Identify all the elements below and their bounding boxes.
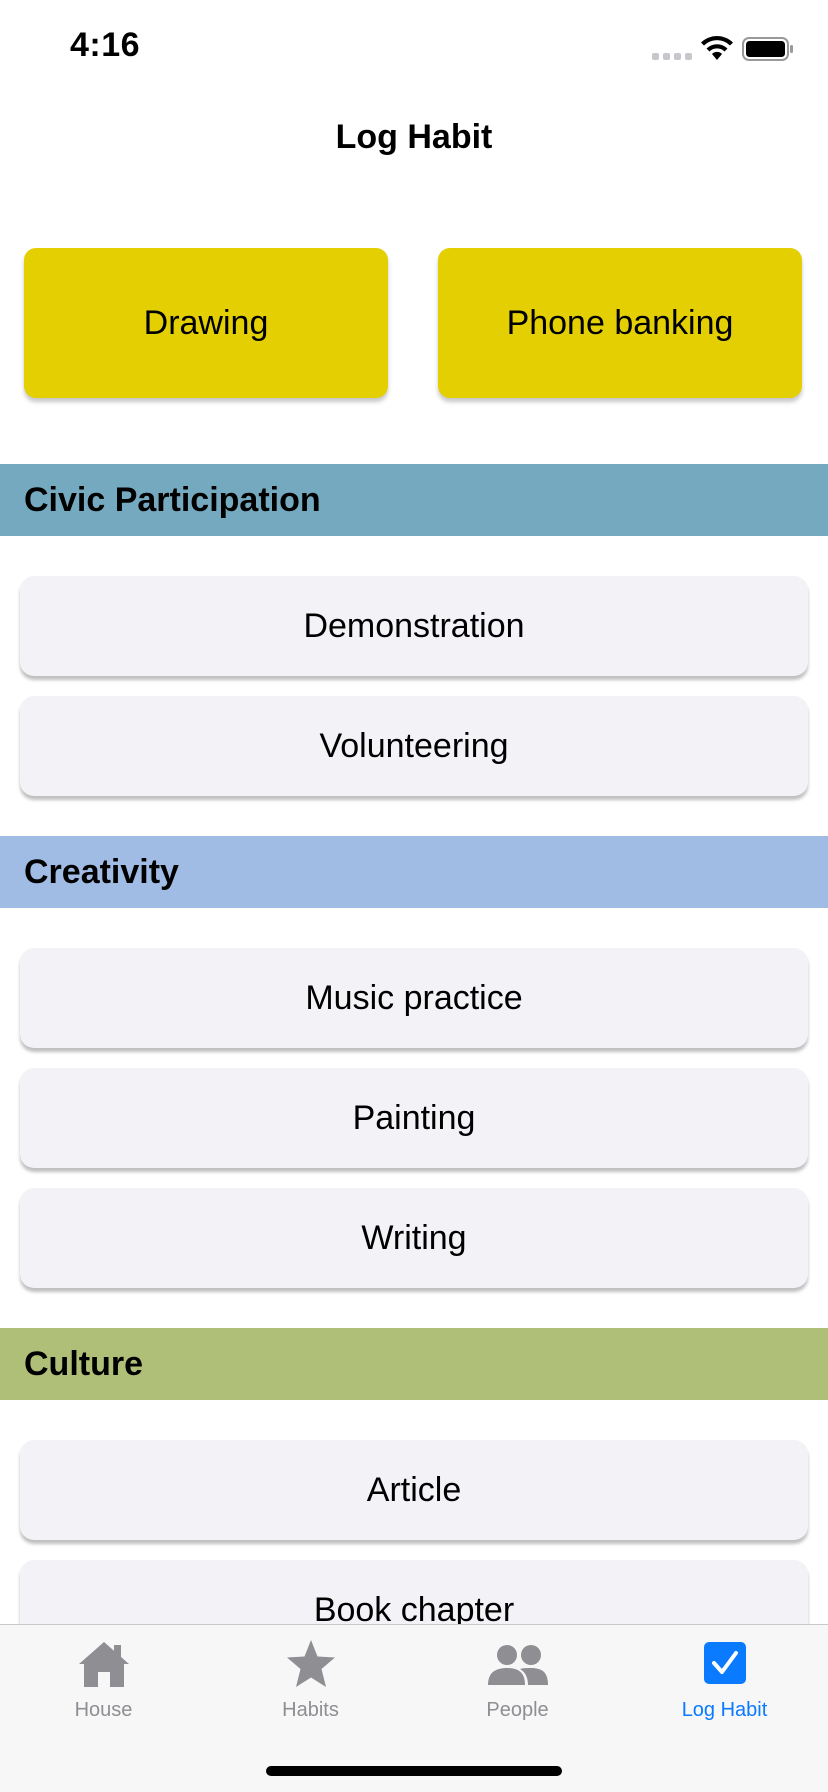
star-icon [286, 1640, 335, 1687]
habit-button-volunteering[interactable]: Volunteering [20, 696, 808, 796]
favorite-habit-label: Phone banking [506, 303, 734, 342]
habit-label: Volunteering [319, 726, 509, 765]
habit-label: Music practice [305, 978, 523, 1017]
habit-button-music-practice[interactable]: Music practice [20, 948, 808, 1048]
status-bar: 4:16 [0, 0, 828, 100]
habit-button-painting[interactable]: Painting [20, 1068, 808, 1168]
tab-house[interactable]: House [0, 1639, 207, 1739]
section-title: Creativity [24, 852, 179, 891]
section-header-civic-participation: Civic Participation [0, 464, 828, 536]
habit-label: Painting [352, 1098, 476, 1137]
favorite-habit-button-drawing[interactable]: Drawing [24, 248, 388, 398]
tab-label: People [486, 1699, 549, 1721]
page-title: Log Habit [335, 118, 493, 156]
tab-people[interactable]: People [414, 1639, 621, 1739]
habit-label: Article [366, 1470, 462, 1509]
tab-log-habit[interactable]: Log Habit [621, 1639, 828, 1739]
habit-button-article[interactable]: Article [20, 1440, 808, 1540]
house-icon [78, 1642, 129, 1687]
habit-button-demonstration[interactable]: Demonstration [20, 576, 808, 676]
habit-label: Writing [361, 1218, 467, 1257]
tab-label: Habits [282, 1699, 339, 1721]
section-header-culture: Culture [0, 1328, 828, 1400]
wifi-icon [701, 36, 733, 60]
home-indicator [266, 1766, 562, 1776]
tab-label: Log Habit [681, 1699, 768, 1721]
people-icon [487, 1645, 548, 1685]
favorite-habit-button-phone-banking[interactable]: Phone banking [438, 248, 802, 398]
section-title: Civic Participation [24, 480, 321, 519]
tab-habits[interactable]: Habits [207, 1639, 414, 1739]
section-title: Culture [24, 1344, 143, 1383]
habit-button-writing[interactable]: Writing [20, 1188, 808, 1288]
status-time: 4:16 [70, 26, 141, 64]
section-header-creativity: Creativity [0, 836, 828, 908]
favorite-habit-label: Drawing [143, 303, 269, 342]
checkbox-icon [703, 1642, 746, 1684]
cellular-signal-icon [652, 53, 692, 60]
battery-icon [742, 37, 793, 61]
habit-label: Demonstration [303, 606, 525, 645]
tab-label: House [74, 1699, 133, 1721]
